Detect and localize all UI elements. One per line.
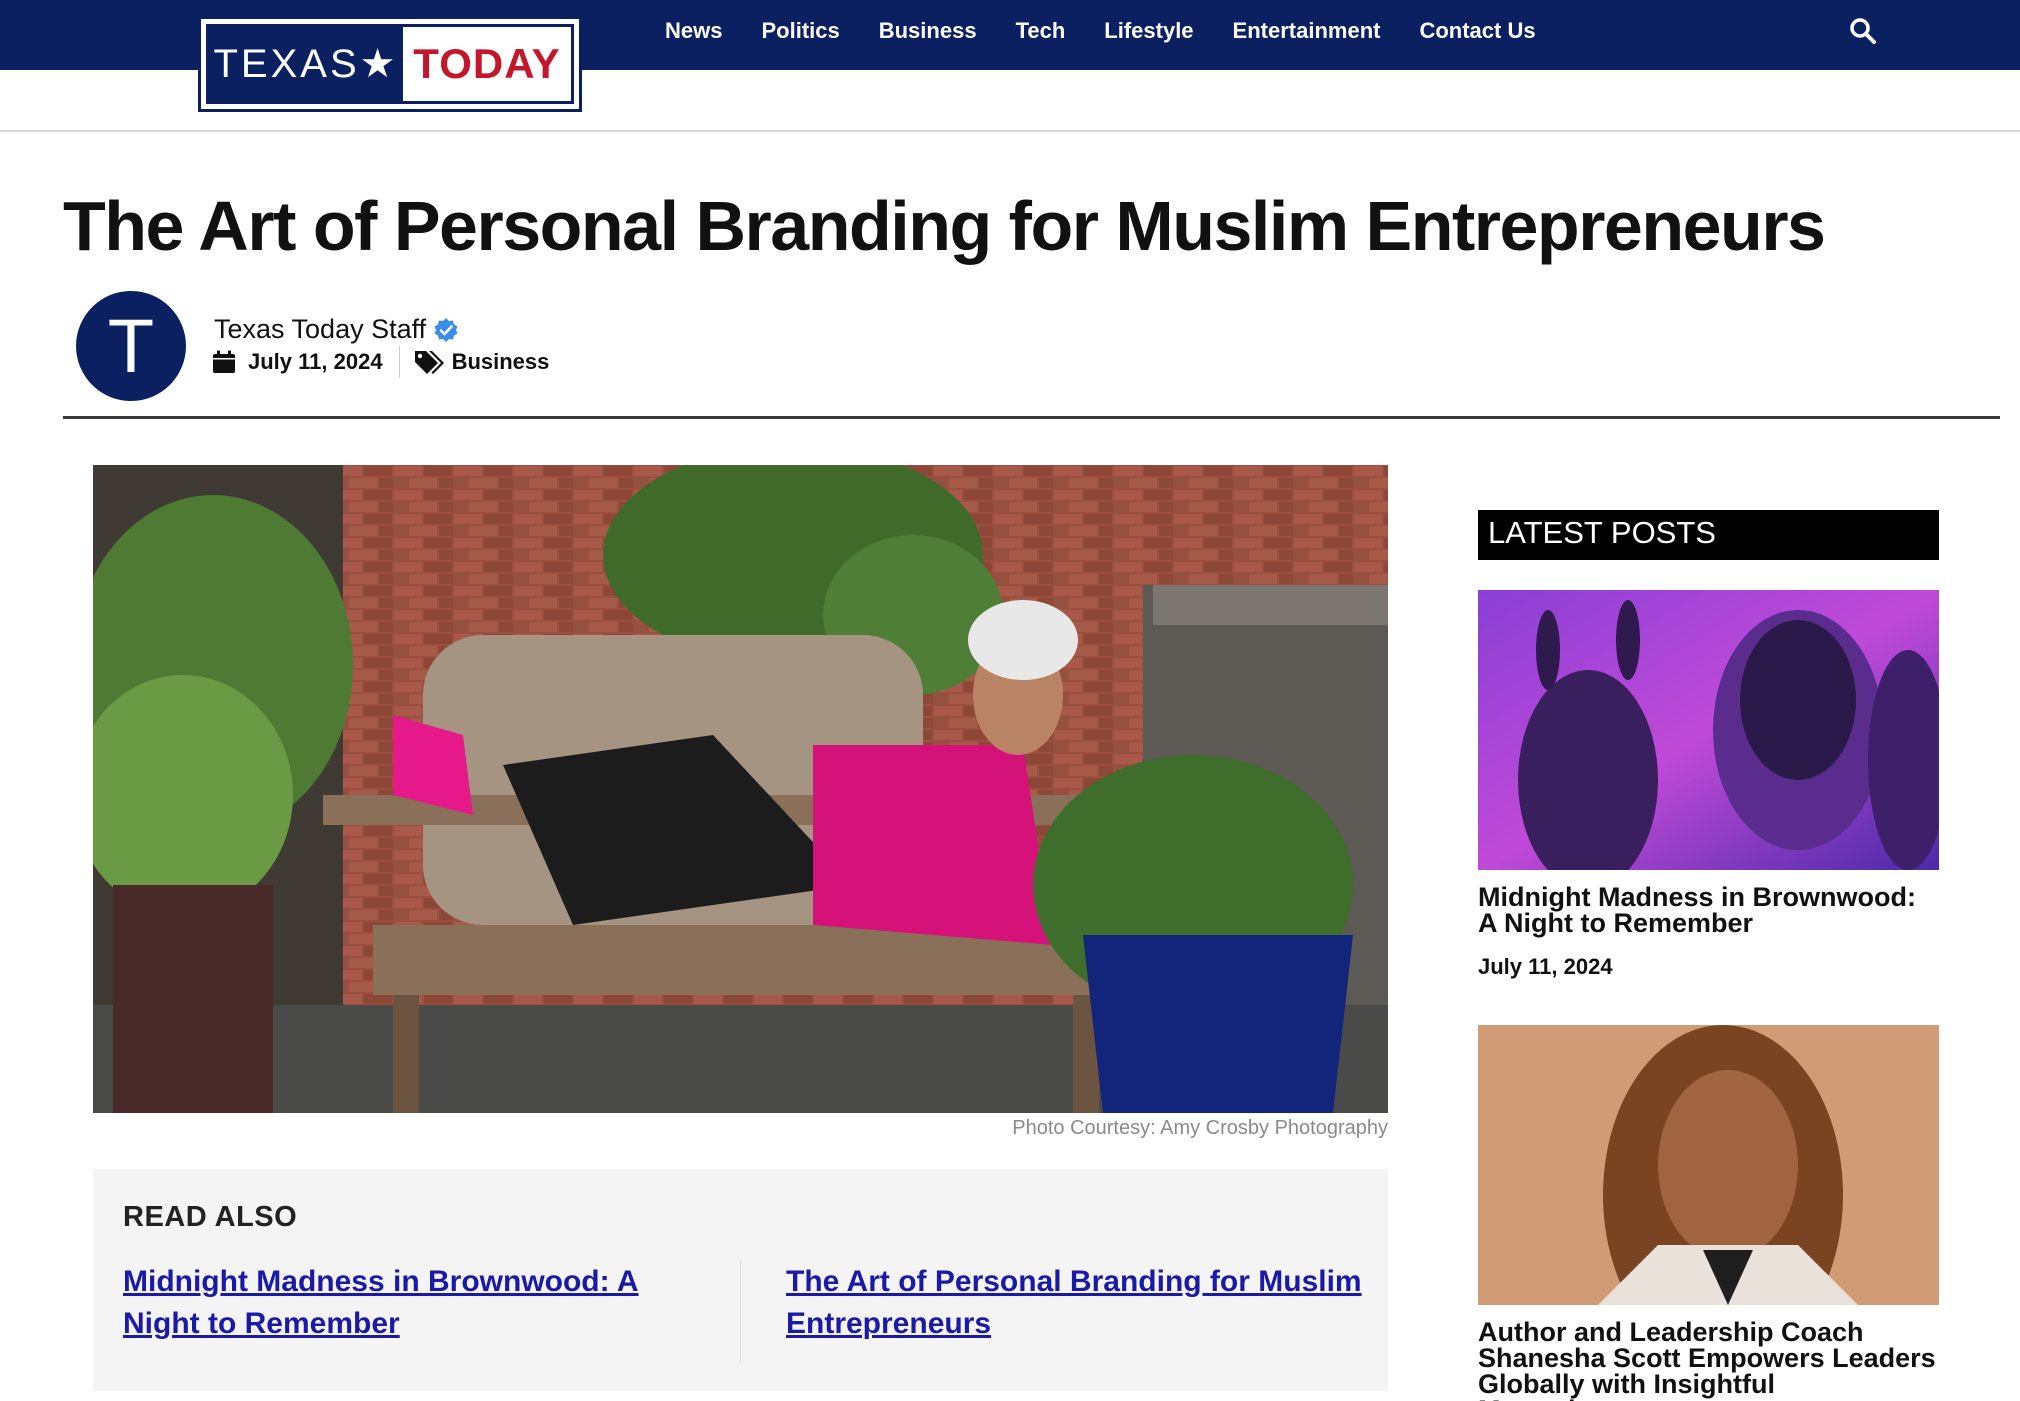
nav-item-politics[interactable]: Politics bbox=[761, 18, 839, 44]
read-also-box: READ ALSO Midnight Madness in Brownwood:… bbox=[93, 1169, 1388, 1391]
latest-post-thumbnail[interactable] bbox=[1478, 1025, 1939, 1305]
site-logo[interactable]: TEXAS★ TODAY bbox=[198, 16, 582, 112]
read-also-divider bbox=[740, 1259, 741, 1363]
calendar-icon bbox=[213, 350, 235, 373]
latest-post-title[interactable]: Midnight Madness in Brownwood: A Night t… bbox=[1478, 884, 1939, 937]
search-icon[interactable] bbox=[1848, 16, 1878, 46]
nav-item-entertainment[interactable]: Entertainment bbox=[1233, 18, 1381, 44]
article-category[interactable]: Business bbox=[452, 349, 550, 375]
logo-texas: TEXAS★ bbox=[209, 27, 403, 101]
article-meta: July 11, 2024 Business bbox=[212, 346, 549, 378]
read-also-heading: READ ALSO bbox=[123, 1201, 298, 1233]
article-title: The Art of Personal Branding for Muslim … bbox=[63, 187, 1826, 265]
author-name[interactable]: Texas Today Staff bbox=[214, 314, 426, 345]
nav-item-tech[interactable]: Tech bbox=[1016, 18, 1066, 44]
tags-icon bbox=[414, 351, 444, 374]
image-caption: Photo Courtesy: Amy Crosby Photography bbox=[1012, 1117, 1388, 1139]
header-divider bbox=[0, 130, 2020, 132]
article-hero-image bbox=[93, 465, 1388, 1113]
nav-item-lifestyle[interactable]: Lifestyle bbox=[1104, 18, 1193, 44]
main-nav: News Politics Business Tech Lifestyle En… bbox=[665, 0, 1575, 62]
author-byline: Texas Today Staff bbox=[214, 314, 459, 345]
latest-posts-heading: LATEST POSTS bbox=[1478, 510, 1939, 560]
read-also-link[interactable]: The Art of Personal Branding for Muslim … bbox=[786, 1261, 1376, 1345]
latest-post-date: July 11, 2024 bbox=[1478, 954, 1613, 979]
latest-post-title[interactable]: Author and Leadership Coach Shanesha Sco… bbox=[1478, 1319, 1939, 1401]
article-date: July 11, 2024 bbox=[248, 349, 383, 374]
logo-frame: TEXAS★ TODAY bbox=[206, 24, 574, 104]
latest-post-thumbnail[interactable] bbox=[1478, 590, 1939, 870]
logo-today: TODAY bbox=[403, 27, 571, 101]
nav-item-business[interactable]: Business bbox=[879, 18, 977, 44]
verified-check-icon bbox=[434, 317, 458, 342]
article-header-divider bbox=[63, 416, 2000, 419]
read-also-link[interactable]: Midnight Madness in Brownwood: A Night t… bbox=[123, 1261, 683, 1345]
nav-item-contact-us[interactable]: Contact Us bbox=[1419, 18, 1535, 44]
meta-divider bbox=[398, 346, 400, 378]
author-avatar[interactable]: T bbox=[76, 291, 186, 401]
nav-item-news[interactable]: News bbox=[665, 18, 722, 44]
